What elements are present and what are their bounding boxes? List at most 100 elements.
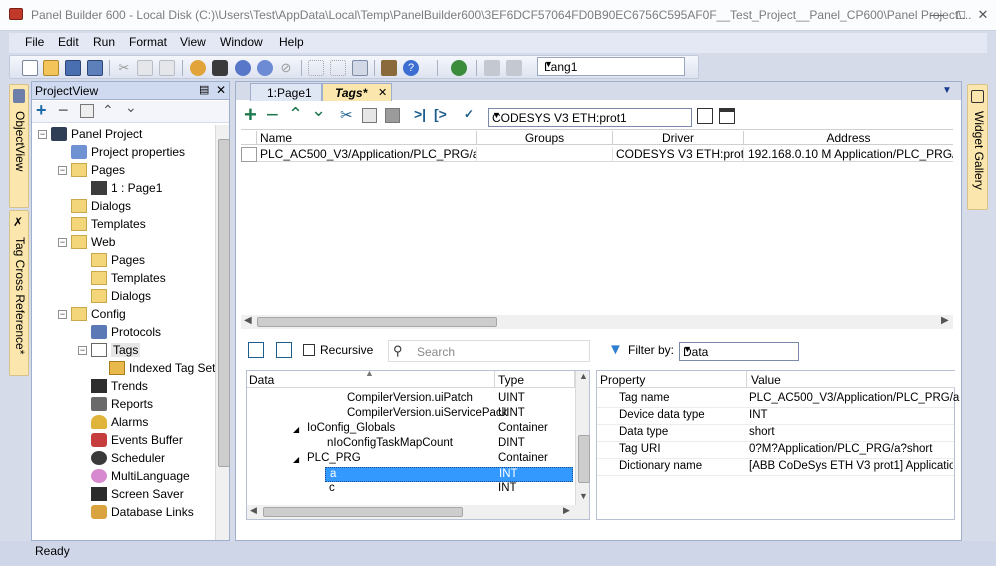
close-button[interactable]: ✕ (972, 7, 994, 23)
property-value[interactable]: short (749, 426, 775, 438)
transfer-icon[interactable] (484, 60, 500, 76)
cut-icon[interactable]: ✂ (116, 60, 132, 76)
collapse-icon[interactable]: − (78, 346, 87, 355)
paste-icon[interactable] (159, 60, 175, 76)
scrollbar-thumb[interactable] (257, 317, 497, 327)
move-down-icon[interactable]: ⌄ (125, 99, 137, 116)
tab-close-icon[interactable]: ✕ (378, 86, 387, 99)
download-icon[interactable] (212, 60, 228, 76)
tree-item-tags[interactable]: − Tags (78, 342, 215, 360)
tab-list-chevron-icon[interactable]: ▼ (942, 85, 952, 96)
scroll-right-icon[interactable]: ▶ (941, 315, 949, 326)
tree-item-panel-project[interactable]: − Panel Project (38, 126, 215, 144)
tree-item-events-buffer[interactable]: Events Buffer (78, 432, 215, 450)
tree-item-web-pages[interactable]: Pages (78, 252, 215, 270)
snap-icon[interactable] (330, 60, 346, 76)
column-header-property[interactable]: Property (597, 371, 747, 388)
grid-icon[interactable] (308, 60, 324, 76)
search-input[interactable]: ⚲ Search (388, 340, 590, 362)
minimize-button[interactable]: — (926, 7, 948, 23)
list-item[interactable]: ◢ IoConfig_Globals Container (247, 422, 575, 437)
stop-icon[interactable]: ⊘ (278, 60, 294, 76)
tree-item-reports[interactable]: Reports (78, 396, 215, 414)
tree-item-pages[interactable]: − Pages (58, 162, 215, 180)
add-tag-icon[interactable]: + (244, 102, 257, 128)
property-row[interactable]: Tag URI 0?M?Application/PLC_PRG/a?short (597, 442, 954, 459)
property-row[interactable]: Dictionary name [ABB CoDeSys ETH V3 prot… (597, 459, 954, 476)
tree-item-dialogs[interactable]: Dialogs (58, 198, 215, 216)
tree-item-templates[interactable]: Templates (58, 216, 215, 234)
scroll-down-icon[interactable]: ▼ (579, 491, 588, 501)
menu-format[interactable]: Format (129, 35, 167, 49)
protocol-filter-icon[interactable]: ✓ (464, 107, 474, 121)
globe-icon[interactable] (451, 60, 467, 76)
cell-groups[interactable] (477, 147, 613, 162)
expanded-arrow-icon[interactable]: ◢ (293, 425, 299, 434)
list-item-selected[interactable]: a INT (325, 467, 573, 482)
tree-item-web-dialogs[interactable]: Dialogs (78, 288, 215, 306)
play-icon[interactable] (257, 60, 273, 76)
list-item[interactable]: ◢ PLC_PRG Container (247, 452, 575, 467)
save-all-icon[interactable] (87, 60, 103, 76)
language-select[interactable]: Lang1 ▼ (537, 57, 685, 76)
help-icon[interactable]: ? (403, 60, 419, 76)
data-tree-vscrollbar[interactable]: ▲ ▼ (575, 371, 590, 505)
list-item[interactable]: nIoConfigTaskMapCount DINT (247, 437, 575, 452)
menu-help[interactable]: Help (279, 35, 304, 49)
export-icon[interactable]: [> (434, 106, 447, 122)
tree-item-indexed-tag-set[interactable]: Indexed Tag Set (96, 360, 215, 378)
menu-run[interactable]: Run (93, 35, 115, 49)
row-selector[interactable] (241, 147, 257, 162)
expanded-arrow-icon[interactable]: ◢ (293, 455, 299, 464)
column-header-name[interactable]: Name (257, 131, 477, 145)
cell-driver[interactable]: CODESYS V3 ETH:prot1 (613, 147, 744, 162)
tab-page1[interactable]: 1:Page1 (250, 83, 322, 101)
menu-window[interactable]: Window (220, 35, 263, 49)
import-icon[interactable]: >| (414, 106, 426, 122)
property-value[interactable]: INT (749, 409, 768, 421)
dictionary-icon[interactable] (719, 108, 735, 124)
data-tree-hscrollbar[interactable]: ◀ ▶ (247, 505, 589, 519)
scroll-up-icon[interactable]: ▲ (579, 371, 588, 381)
remove-icon[interactable]: − (58, 100, 69, 121)
remove-tag-icon[interactable]: − (266, 102, 279, 128)
tree-item-scheduler[interactable]: Scheduler (78, 450, 215, 468)
collapse-icon[interactable]: − (58, 166, 67, 175)
cell-name[interactable]: PLC_AC500_V3/Application/PLC_PRG/a (258, 147, 477, 162)
column-header-driver[interactable]: Driver (613, 131, 744, 145)
scroll-left-icon[interactable]: ◀ (250, 505, 257, 516)
open-folder-icon[interactable] (43, 60, 59, 76)
menu-file[interactable]: File (25, 35, 44, 49)
tree-item-trends[interactable]: Trends (78, 378, 215, 396)
scroll-right-icon[interactable]: ▶ (563, 505, 570, 516)
cell-address[interactable]: 192.168.0.10 M Application/PLC_PRG/a INT (744, 147, 953, 162)
tree-item-project-properties[interactable]: Project properties (58, 144, 215, 162)
tab-tag-cross-reference[interactable]: ✗ Tag Cross Reference* (9, 210, 29, 376)
column-header-address[interactable]: Address (744, 131, 953, 145)
maximize-button[interactable]: □ (950, 7, 972, 23)
property-value[interactable]: PLC_AC500_V3/Application/PLC_PRG/a (749, 392, 959, 404)
property-value[interactable]: [ABB CoDeSys ETH V3 prot1] Application (749, 460, 953, 472)
add-icon[interactable]: + (36, 100, 47, 121)
project-tree-scrollbar[interactable] (215, 125, 230, 540)
import-selected-icon[interactable] (276, 342, 292, 358)
pin-icon[interactable]: ▤ (199, 83, 209, 96)
tab-widget-gallery[interactable]: Widget Gallery (967, 84, 988, 210)
copy-icon[interactable] (137, 60, 153, 76)
configure-driver-icon[interactable] (697, 108, 713, 124)
tree-item-multilanguage[interactable]: MultiLanguage (78, 468, 215, 486)
debug-icon[interactable] (235, 60, 251, 76)
panel-close-icon[interactable]: ✕ (216, 83, 226, 97)
list-item[interactable]: c INT (247, 482, 575, 497)
tags-grid-hscrollbar[interactable]: ◀ ▶ (241, 315, 953, 329)
property-value[interactable]: 0?M?Application/PLC_PRG/a?short (749, 443, 932, 455)
tree-item-protocols[interactable]: Protocols (78, 324, 215, 342)
move-up-icon[interactable]: ⌃ (102, 102, 114, 119)
menu-edit[interactable]: Edit (58, 35, 79, 49)
tab-tags[interactable]: Tags* ✕ (322, 83, 392, 101)
recursive-checkbox[interactable] (303, 344, 315, 356)
move-down-icon[interactable]: ⌄ (311, 100, 326, 121)
property-row[interactable]: Device data type INT (597, 408, 954, 425)
collapse-icon[interactable]: − (38, 130, 47, 139)
paste-icon[interactable] (385, 108, 400, 123)
